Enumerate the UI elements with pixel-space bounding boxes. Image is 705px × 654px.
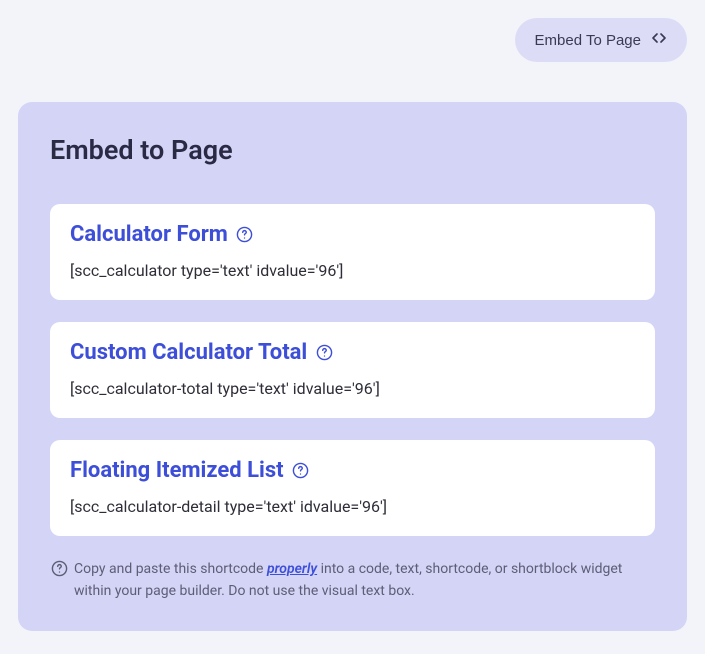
top-bar: Embed To Page bbox=[18, 18, 687, 62]
panel-title: Embed to Page bbox=[50, 134, 655, 166]
footer-pre: Copy and paste this shortcode bbox=[74, 561, 267, 577]
footer-text: Copy and paste this shortcode properly i… bbox=[74, 558, 655, 603]
shortcode-text[interactable]: [scc_calculator-detail type='text' idval… bbox=[70, 497, 635, 516]
help-icon[interactable] bbox=[292, 462, 310, 480]
embed-to-page-button[interactable]: Embed To Page bbox=[515, 18, 687, 62]
embed-button-label: Embed To Page bbox=[535, 32, 641, 49]
shortcode-text[interactable]: [scc_calculator type='text' idvalue='96'… bbox=[70, 261, 635, 280]
footer-note: Copy and paste this shortcode properly i… bbox=[50, 558, 655, 603]
shortcode-text[interactable]: [scc_calculator-total type='text' idvalu… bbox=[70, 379, 635, 398]
card-title-row: Calculator Form bbox=[70, 222, 635, 247]
embed-panel: Embed to Page Calculator Form [scc_calcu… bbox=[18, 102, 687, 631]
help-icon[interactable] bbox=[236, 226, 254, 244]
code-icon bbox=[651, 30, 667, 50]
card-custom-total: Custom Calculator Total [scc_calculator-… bbox=[50, 322, 655, 418]
card-calculator-form: Calculator Form [scc_calculator type='te… bbox=[50, 204, 655, 300]
footer-link-properly[interactable]: properly bbox=[267, 561, 317, 577]
card-title: Floating Itemized List bbox=[70, 458, 284, 483]
card-title-row: Custom Calculator Total bbox=[70, 340, 635, 365]
card-title-row: Floating Itemized List bbox=[70, 458, 635, 483]
help-icon[interactable] bbox=[50, 559, 68, 577]
help-icon[interactable] bbox=[315, 344, 333, 362]
card-title: Calculator Form bbox=[70, 222, 228, 247]
card-title: Custom Calculator Total bbox=[70, 340, 307, 365]
card-floating-list: Floating Itemized List [scc_calculator-d… bbox=[50, 440, 655, 536]
